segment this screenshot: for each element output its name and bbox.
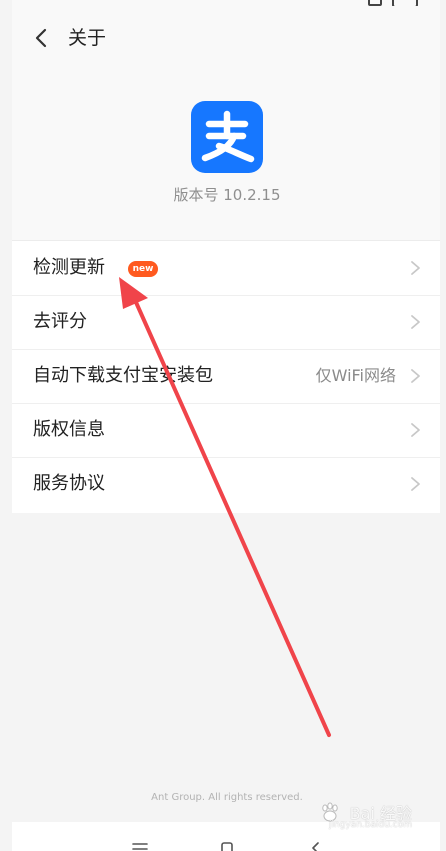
copyright-text: Ant Group. All rights reserved. <box>151 792 303 803</box>
about-screen: 关于 版本号 10.2.15 检测更新 new 去评分 自动下载支付宝安装包 仅… <box>0 0 446 851</box>
system-navigation-bar <box>12 822 440 851</box>
back-icon[interactable] <box>31 27 53 49</box>
baidu-paw-logo <box>322 802 338 822</box>
chevron-right-icon <box>411 261 420 275</box>
signal-icon <box>368 0 382 6</box>
version-label: 版本号 10.2.15 <box>173 186 281 204</box>
back-nav-icon[interactable] <box>310 842 322 851</box>
status-icons <box>368 0 418 6</box>
alipay-logo-icon <box>201 110 255 163</box>
menu-label-auto-download: 自动下载支付宝安装包 <box>33 365 213 386</box>
menu-icon[interactable] <box>132 842 148 851</box>
menu-label-check-update: 检测更新 <box>33 257 105 278</box>
menu-label-rate: 去评分 <box>33 311 87 332</box>
chevron-right-icon <box>411 369 420 383</box>
menu-item-service-agreement[interactable]: 服务协议 <box>12 457 440 511</box>
settings-menu: 检测更新 new 去评分 自动下载支付宝安装包 仅WiFi网络 版权信息 服务协… <box>12 240 440 513</box>
menu-item-copyright[interactable]: 版权信息 <box>12 403 440 458</box>
new-badge: new <box>128 261 158 277</box>
page-title: 关于 <box>68 27 107 49</box>
menu-item-rate[interactable]: 去评分 <box>12 295 440 350</box>
home-icon[interactable] <box>220 842 234 851</box>
chevron-right-icon <box>411 423 420 437</box>
menu-label-copyright: 版权信息 <box>33 419 105 440</box>
menu-label-service-agreement: 服务协议 <box>33 473 105 494</box>
menu-item-check-update[interactable]: 检测更新 new <box>12 241 440 296</box>
watermark-main-text: Bai 经验 <box>349 804 412 823</box>
chevron-right-icon <box>411 477 420 491</box>
status-bar <box>0 0 446 6</box>
menu-item-auto-download[interactable]: 自动下载支付宝安装包 仅WiFi网络 <box>12 349 440 404</box>
header: 关于 <box>0 18 446 58</box>
alipay-logo <box>191 101 263 173</box>
chevron-right-icon <box>411 315 420 329</box>
auto-download-value: 仅WiFi网络 <box>315 366 396 385</box>
battery-icon <box>392 0 418 6</box>
